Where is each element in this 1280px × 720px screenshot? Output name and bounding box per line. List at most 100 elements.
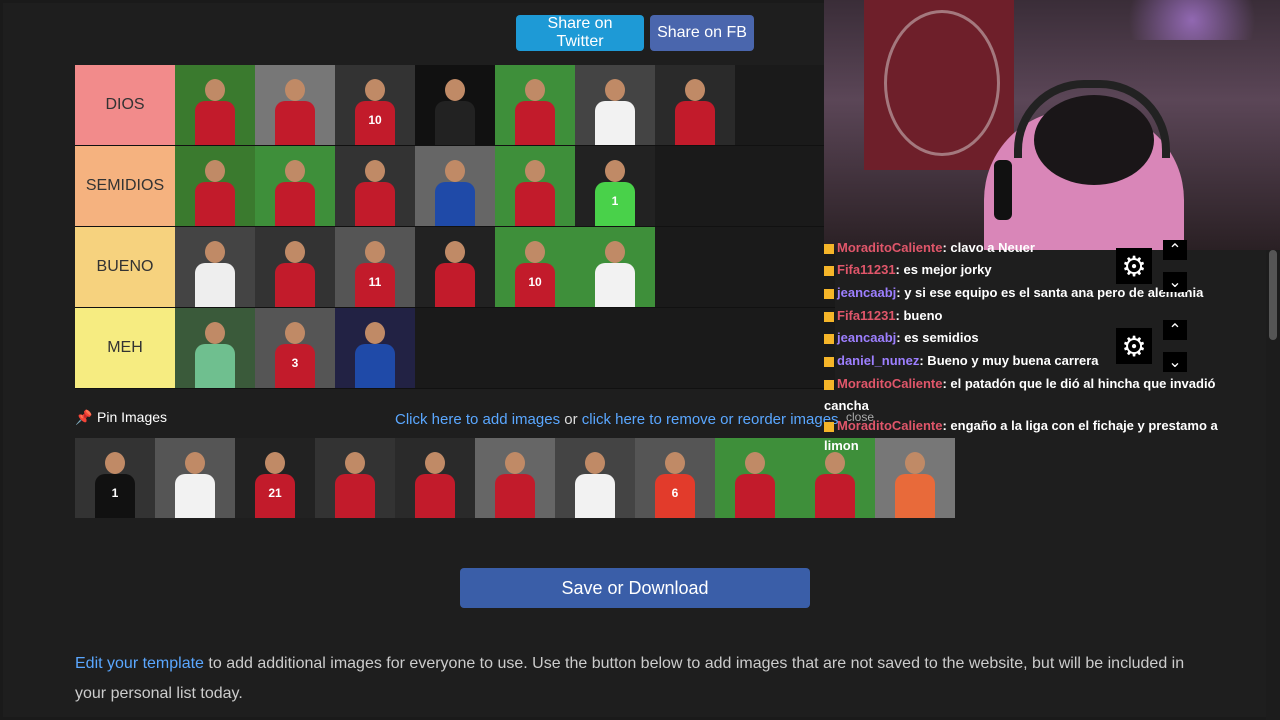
pool-player-card[interactable] xyxy=(715,438,795,518)
player-head xyxy=(525,160,545,182)
wall-flag-emblem xyxy=(884,10,1000,156)
chat-username[interactable]: MoraditoCaliente xyxy=(837,376,942,391)
remove-reorder-images-link[interactable]: click here to remove or reorder images xyxy=(582,411,839,428)
chat-text: limon xyxy=(824,438,859,453)
player-head xyxy=(505,452,525,474)
player-number: 1 xyxy=(111,486,119,500)
player-card[interactable] xyxy=(175,308,255,388)
close-link[interactable]: close xyxy=(846,410,874,424)
player-shirt xyxy=(515,182,555,226)
edit-template-link[interactable]: Edit your template xyxy=(75,655,204,672)
player-card[interactable] xyxy=(255,227,335,307)
chat-username[interactable]: daniel_nunez xyxy=(837,353,919,368)
player-shirt xyxy=(435,263,475,307)
chevron-up-icon-2[interactable]: ⌃ xyxy=(1163,320,1187,340)
tier-label[interactable]: BUENO xyxy=(75,227,175,307)
chevron-down-icon-2[interactable]: ⌄ xyxy=(1163,352,1187,372)
player-number: 10 xyxy=(368,113,382,127)
tier-items[interactable]: 10 xyxy=(175,65,835,145)
player-head xyxy=(525,241,545,263)
pool-player-card[interactable] xyxy=(555,438,635,518)
chat-username[interactable]: Fifa11231 xyxy=(837,308,896,323)
player-head xyxy=(285,322,305,344)
settings-gear-icon-2[interactable]: ⚙ xyxy=(1116,328,1152,364)
player-card[interactable] xyxy=(175,146,255,226)
pool-player-card[interactable] xyxy=(875,438,955,518)
pin-images-label: Pin Images xyxy=(97,409,168,425)
player-card[interactable]: 10 xyxy=(495,227,575,307)
chat-username[interactable]: Fifa11231 xyxy=(837,262,896,277)
player-head xyxy=(185,452,205,474)
tier-items[interactable]: 1 xyxy=(175,146,835,226)
player-card[interactable] xyxy=(575,227,655,307)
tier-label[interactable]: DIOS xyxy=(75,65,175,145)
tier-row: MEH 3 xyxy=(75,308,835,389)
player-card[interactable]: 1 xyxy=(575,146,655,226)
pool-player-card[interactable]: 21 xyxy=(235,438,315,518)
player-shirt xyxy=(355,182,395,226)
player-head xyxy=(685,79,705,101)
pin-images-toggle[interactable]: 📌 Pin Images xyxy=(75,409,167,425)
player-card[interactable] xyxy=(495,146,575,226)
pool-player-card[interactable] xyxy=(155,438,235,518)
player-shirt xyxy=(815,474,855,518)
share-fb-button[interactable]: Share on FB xyxy=(650,15,754,51)
pool-player-card[interactable] xyxy=(475,438,555,518)
player-shirt xyxy=(415,474,455,518)
player-head xyxy=(745,452,765,474)
pool-player-card[interactable] xyxy=(315,438,395,518)
scrollbar-thumb[interactable] xyxy=(1269,250,1277,340)
player-card[interactable]: 11 xyxy=(335,227,415,307)
tier-items[interactable]: 11 10 xyxy=(175,227,835,307)
chat-message: Fifa11231: bueno xyxy=(824,308,942,323)
chat-badge-icon xyxy=(824,379,834,390)
chevron-down-icon[interactable]: ⌄ xyxy=(1163,272,1187,292)
pool-player-card[interactable] xyxy=(395,438,475,518)
player-head xyxy=(825,452,845,474)
player-head xyxy=(365,79,385,101)
player-head xyxy=(585,452,605,474)
player-card[interactable] xyxy=(255,65,335,145)
chat-message: Fifa11231: es mejor jorky xyxy=(824,262,992,277)
player-card[interactable] xyxy=(415,146,495,226)
settings-gear-icon[interactable]: ⚙ xyxy=(1116,248,1152,284)
chat-username[interactable]: jeancaabj xyxy=(837,330,896,345)
player-card[interactable] xyxy=(335,308,415,388)
player-card[interactable] xyxy=(415,227,495,307)
chat-badge-icon xyxy=(824,333,834,344)
chat-badge-icon xyxy=(824,288,834,299)
player-card[interactable] xyxy=(415,65,495,145)
player-shirt xyxy=(175,474,215,518)
chat-text: : bueno xyxy=(895,308,943,323)
player-card[interactable] xyxy=(495,65,575,145)
player-head xyxy=(365,160,385,182)
add-images-link[interactable]: Click here to add images xyxy=(395,411,560,428)
player-card[interactable] xyxy=(575,65,655,145)
chat-message: jeancaabj: y si ese equipo es el santa a… xyxy=(824,285,1203,300)
player-card[interactable] xyxy=(175,65,255,145)
player-card[interactable]: 10 xyxy=(335,65,415,145)
chat-username[interactable]: jeancaabj xyxy=(837,285,896,300)
player-shirt xyxy=(435,101,475,145)
player-card[interactable] xyxy=(175,227,255,307)
tier-label[interactable]: MEH xyxy=(75,308,175,388)
image-links: Click here to add images or click here t… xyxy=(395,411,839,428)
player-card[interactable] xyxy=(655,65,735,145)
chat-username[interactable]: MoraditoCaliente xyxy=(837,240,942,255)
save-download-button[interactable]: Save or Download xyxy=(460,568,810,608)
webcam-overlay xyxy=(824,0,1280,250)
headset-icon xyxy=(1014,80,1170,158)
tier-items[interactable]: 3 xyxy=(175,308,835,388)
player-shirt xyxy=(595,263,635,307)
pool-player-card[interactable]: 6 xyxy=(635,438,715,518)
pool-player-card[interactable]: 1 xyxy=(75,438,155,518)
player-card[interactable]: 3 xyxy=(255,308,335,388)
chevron-up-icon[interactable]: ⌃ xyxy=(1163,240,1187,260)
share-twitter-button[interactable]: Share on Twitter xyxy=(516,15,644,51)
tier-label[interactable]: SEMIDIOS xyxy=(75,146,175,226)
player-card[interactable] xyxy=(335,146,415,226)
player-shirt xyxy=(335,474,375,518)
player-card[interactable] xyxy=(255,146,335,226)
player-shirt xyxy=(275,182,315,226)
player-shirt xyxy=(195,263,235,307)
